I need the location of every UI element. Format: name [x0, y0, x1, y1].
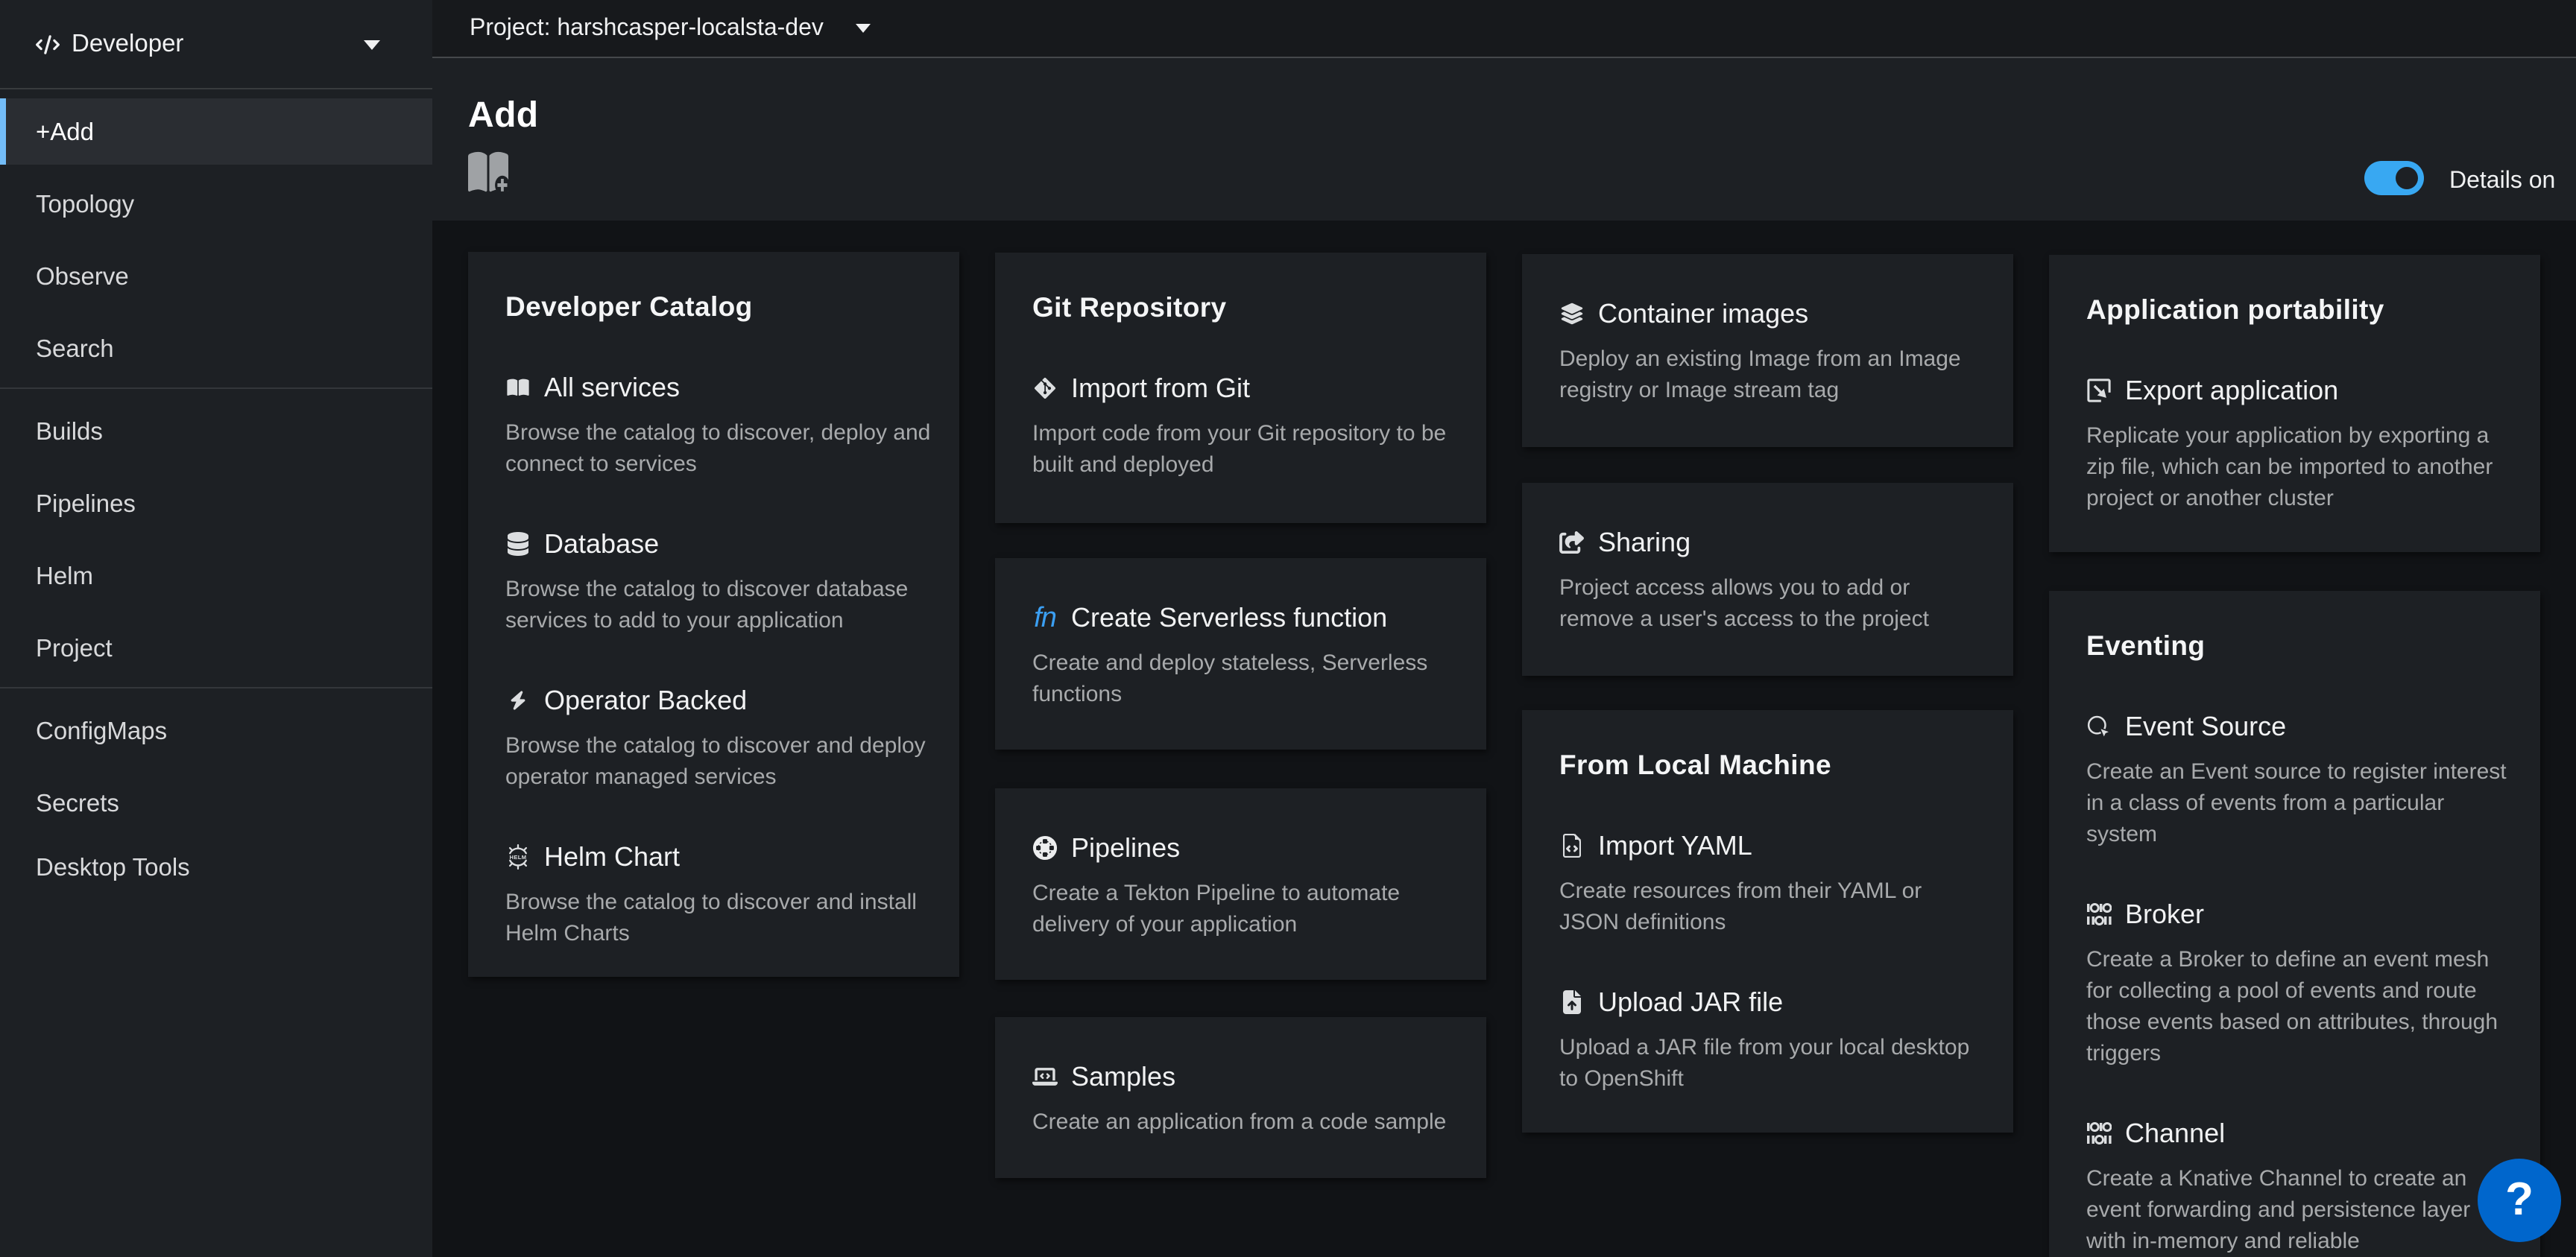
- svg-text:HELM: HELM: [510, 854, 527, 861]
